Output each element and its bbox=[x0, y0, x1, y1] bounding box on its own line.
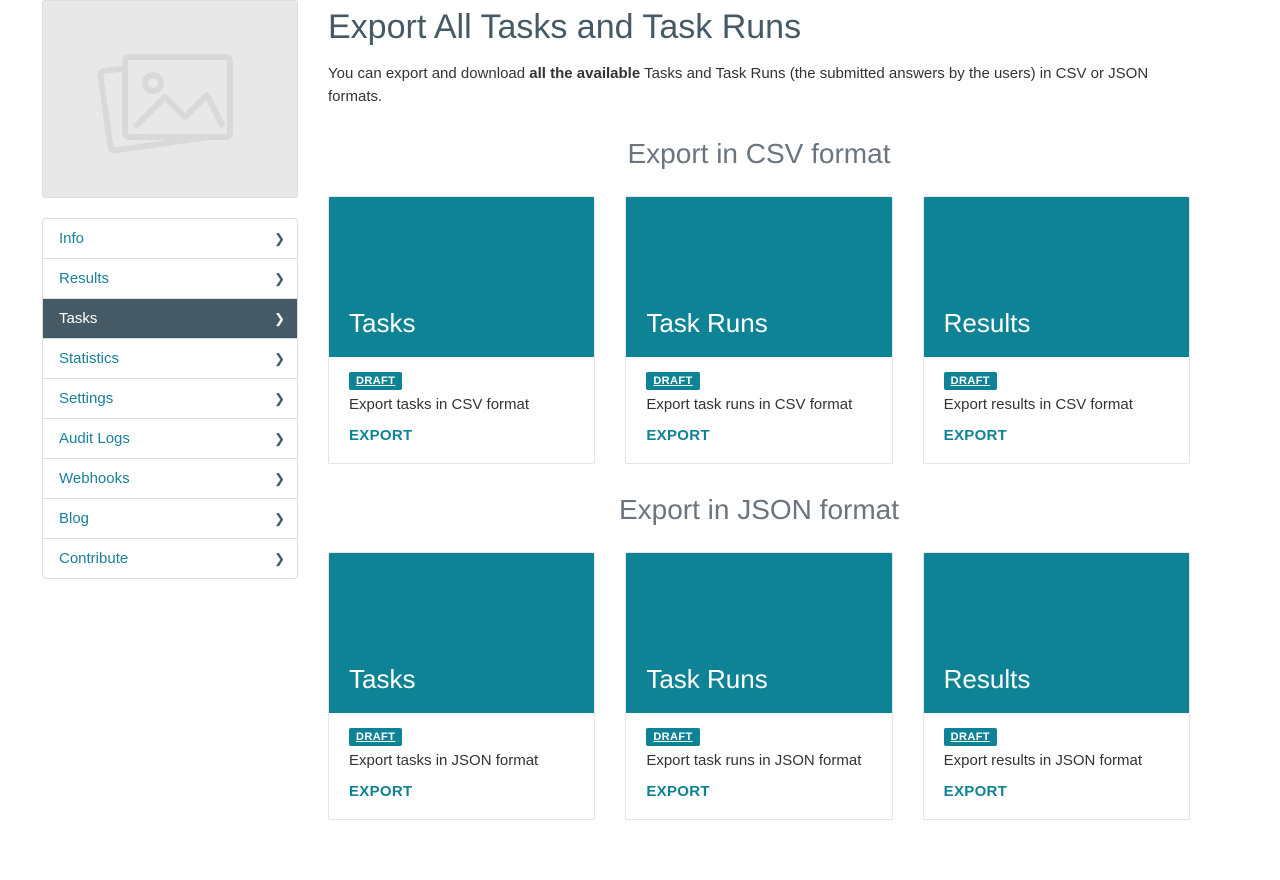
card-hero: Results bbox=[924, 197, 1189, 357]
card-json-taskruns: Task Runs DRAFT Export task runs in JSON… bbox=[625, 552, 892, 820]
card-title: Task Runs bbox=[646, 664, 767, 695]
card-csv-results: Results DRAFT Export results in CSV form… bbox=[923, 196, 1190, 464]
card-body: DRAFT Export task runs in CSV format EXP… bbox=[626, 357, 891, 463]
sidebar-item-info: Info ❯ bbox=[43, 219, 297, 258]
sidebar-link-webhooks[interactable]: Webhooks bbox=[43, 459, 297, 498]
card-json-tasks: Tasks DRAFT Export tasks in JSON format … bbox=[328, 552, 595, 820]
sidebar-item-statistics: Statistics ❯ bbox=[43, 338, 297, 378]
card-hero: Tasks bbox=[329, 553, 594, 713]
chevron-right-icon: ❯ bbox=[274, 311, 285, 327]
draft-badge[interactable]: DRAFT bbox=[646, 372, 699, 390]
main-content: Export All Tasks and Task Runs You can e… bbox=[298, 0, 1280, 880]
draft-badge[interactable]: DRAFT bbox=[944, 372, 997, 390]
sidebar-item-blog: Blog ❯ bbox=[43, 498, 297, 538]
export-button[interactable]: EXPORT bbox=[349, 427, 412, 444]
sidebar-link-results[interactable]: Results bbox=[43, 259, 297, 298]
page-lead: You can export and download all the avai… bbox=[328, 63, 1190, 108]
export-button[interactable]: EXPORT bbox=[944, 427, 1007, 444]
export-button[interactable]: EXPORT bbox=[646, 783, 709, 800]
sidebar-item-label: Blog bbox=[59, 510, 89, 527]
draft-badge[interactable]: DRAFT bbox=[646, 728, 699, 746]
card-csv-taskruns: Task Runs DRAFT Export task runs in CSV … bbox=[625, 196, 892, 464]
sidebar-item-label: Tasks bbox=[59, 310, 97, 327]
card-hero: Results bbox=[924, 553, 1189, 713]
export-button[interactable]: EXPORT bbox=[349, 783, 412, 800]
sidebar-link-audit-logs[interactable]: Audit Logs bbox=[43, 419, 297, 458]
chevron-right-icon: ❯ bbox=[274, 431, 285, 447]
chevron-right-icon: ❯ bbox=[274, 391, 285, 407]
card-body: DRAFT Export tasks in JSON format EXPORT bbox=[329, 713, 594, 819]
sidebar-link-info[interactable]: Info bbox=[43, 219, 297, 258]
card-json-results: Results DRAFT Export results in JSON for… bbox=[923, 552, 1190, 820]
card-title: Tasks bbox=[349, 664, 415, 695]
chevron-right-icon: ❯ bbox=[274, 351, 285, 367]
sidebar-link-settings[interactable]: Settings bbox=[43, 379, 297, 418]
sidebar-link-blog[interactable]: Blog bbox=[43, 499, 297, 538]
sidebar-item-results: Results ❯ bbox=[43, 258, 297, 298]
chevron-right-icon: ❯ bbox=[274, 271, 285, 287]
card-body: DRAFT Export results in CSV format EXPOR… bbox=[924, 357, 1189, 463]
sidebar-item-label: Audit Logs bbox=[59, 430, 130, 447]
chevron-right-icon: ❯ bbox=[274, 551, 285, 567]
project-thumbnail bbox=[42, 0, 298, 198]
sidebar-item-audit-logs: Audit Logs ❯ bbox=[43, 418, 297, 458]
card-desc: Export results in JSON format bbox=[944, 752, 1169, 769]
sidebar-item-label: Settings bbox=[59, 390, 113, 407]
lead-bold: all the available bbox=[529, 65, 640, 82]
card-csv-tasks: Tasks DRAFT Export tasks in CSV format E… bbox=[328, 196, 595, 464]
sidebar-link-contribute[interactable]: Contribute bbox=[43, 539, 297, 578]
sidebar-item-contribute: Contribute ❯ bbox=[43, 538, 297, 578]
card-body: DRAFT Export task runs in JSON format EX… bbox=[626, 713, 891, 819]
section-heading-csv: Export in CSV format bbox=[328, 138, 1190, 170]
export-button[interactable]: EXPORT bbox=[646, 427, 709, 444]
card-hero: Task Runs bbox=[626, 553, 891, 713]
card-title: Results bbox=[944, 664, 1031, 695]
card-desc: Export task runs in JSON format bbox=[646, 752, 871, 769]
draft-badge[interactable]: DRAFT bbox=[944, 728, 997, 746]
image-placeholder-icon bbox=[95, 39, 245, 159]
card-title: Task Runs bbox=[646, 308, 767, 339]
sidebar-link-statistics[interactable]: Statistics bbox=[43, 339, 297, 378]
chevron-right-icon: ❯ bbox=[274, 231, 285, 247]
card-desc: Export tasks in JSON format bbox=[349, 752, 574, 769]
card-hero: Tasks bbox=[329, 197, 594, 357]
sidebar-item-label: Info bbox=[59, 230, 84, 247]
page-title: Export All Tasks and Task Runs bbox=[328, 8, 1190, 47]
sidebar-item-label: Results bbox=[59, 270, 109, 287]
sidebar-item-settings: Settings ❯ bbox=[43, 378, 297, 418]
sidebar-item-webhooks: Webhooks ❯ bbox=[43, 458, 297, 498]
chevron-right-icon: ❯ bbox=[274, 471, 285, 487]
csv-card-row: Tasks DRAFT Export tasks in CSV format E… bbox=[328, 196, 1190, 464]
sidebar-item-label: Statistics bbox=[59, 350, 119, 367]
card-hero: Task Runs bbox=[626, 197, 891, 357]
card-title: Results bbox=[944, 308, 1031, 339]
export-button[interactable]: EXPORT bbox=[944, 783, 1007, 800]
sidebar-link-tasks[interactable]: Tasks bbox=[43, 299, 297, 338]
sidebar-item-label: Webhooks bbox=[59, 470, 130, 487]
draft-badge[interactable]: DRAFT bbox=[349, 728, 402, 746]
chevron-right-icon: ❯ bbox=[274, 511, 285, 527]
sidebar-nav: Info ❯ Results ❯ Tasks ❯ Statistics ❯ Settin… bbox=[42, 218, 298, 579]
sidebar: Info ❯ Results ❯ Tasks ❯ Statistics ❯ Settin… bbox=[0, 0, 298, 880]
card-desc: Export tasks in CSV format bbox=[349, 396, 574, 413]
card-desc: Export results in CSV format bbox=[944, 396, 1169, 413]
sidebar-item-label: Contribute bbox=[59, 550, 128, 567]
section-heading-json: Export in JSON format bbox=[328, 494, 1190, 526]
lead-pre: You can export and download bbox=[328, 65, 529, 82]
card-title: Tasks bbox=[349, 308, 415, 339]
json-card-row: Tasks DRAFT Export tasks in JSON format … bbox=[328, 552, 1190, 820]
card-body: DRAFT Export results in JSON format EXPO… bbox=[924, 713, 1189, 819]
sidebar-item-tasks: Tasks ❯ bbox=[43, 298, 297, 338]
card-desc: Export task runs in CSV format bbox=[646, 396, 871, 413]
card-body: DRAFT Export tasks in CSV format EXPORT bbox=[329, 357, 594, 463]
draft-badge[interactable]: DRAFT bbox=[349, 372, 402, 390]
